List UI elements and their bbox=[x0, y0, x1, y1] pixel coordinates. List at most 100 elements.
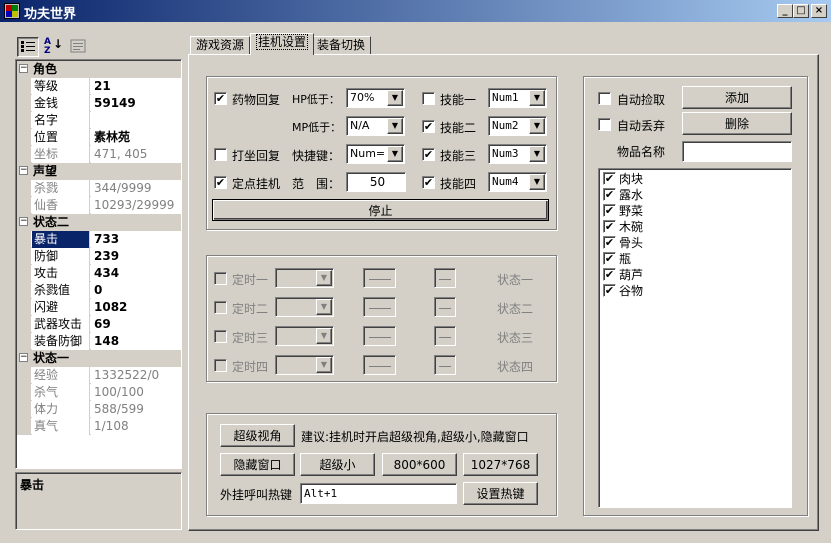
property-value[interactable]: 69 bbox=[91, 316, 181, 333]
timer-key-input[interactable] bbox=[434, 355, 456, 375]
title-bar[interactable]: 功夫世界 _ □ × bbox=[0, 0, 831, 22]
chevron-down-icon[interactable]: ▼ bbox=[529, 118, 545, 134]
property-row[interactable]: 闪避 1082 bbox=[17, 299, 181, 316]
hide-window-button[interactable]: 隐藏窗口 bbox=[220, 453, 295, 476]
timer-select[interactable]: ▼ bbox=[275, 268, 334, 288]
item-checkbox[interactable]: ✔ bbox=[603, 219, 616, 233]
property-row[interactable]: 杀戮 344/9999 bbox=[17, 180, 181, 197]
property-row[interactable]: 杀戮值 0 bbox=[17, 282, 181, 299]
chevron-down-icon[interactable]: ▼ bbox=[387, 146, 403, 162]
chevron-down-icon[interactable]: ▼ bbox=[316, 270, 332, 286]
chevron-down-icon[interactable]: ▼ bbox=[316, 328, 332, 344]
timer-checkbox[interactable] bbox=[214, 301, 227, 314]
property-value[interactable]: 733 bbox=[91, 231, 181, 248]
list-item[interactable]: ✔ 葫芦 bbox=[603, 266, 643, 282]
chevron-down-icon[interactable]: ▼ bbox=[529, 90, 545, 106]
chevron-down-icon[interactable]: ▼ bbox=[387, 90, 403, 106]
timer-select[interactable]: ▼ bbox=[275, 326, 334, 346]
property-value[interactable]: 59149 bbox=[91, 95, 181, 112]
property-row[interactable]: 等级 21 bbox=[17, 78, 181, 95]
range-input[interactable]: 50 bbox=[346, 172, 406, 192]
timer-key-input[interactable] bbox=[434, 268, 456, 288]
property-row[interactable]: 仙香 10293/29999 bbox=[17, 197, 181, 214]
minimize-icon[interactable]: _ bbox=[777, 4, 793, 18]
timer-interval-input[interactable] bbox=[363, 355, 396, 375]
skill-key-select[interactable]: Num4 ▼ bbox=[488, 172, 547, 192]
property-value[interactable]: 148 bbox=[91, 333, 181, 350]
tab-hang-settings[interactable]: 挂机设置 bbox=[250, 33, 315, 55]
chevron-down-icon[interactable]: ▼ bbox=[529, 174, 545, 190]
categorized-icon[interactable] bbox=[17, 37, 39, 57]
list-item[interactable]: ✔ 谷物 bbox=[603, 282, 643, 298]
timer-key-input[interactable] bbox=[434, 297, 456, 317]
property-pages-icon[interactable] bbox=[70, 38, 88, 56]
resolution-800-button[interactable]: 800*600 bbox=[382, 453, 457, 476]
property-value[interactable]: 0 bbox=[91, 282, 181, 299]
property-value[interactable]: 1082 bbox=[91, 299, 181, 316]
timer-interval-input[interactable] bbox=[363, 268, 396, 288]
item-checkbox[interactable]: ✔ bbox=[603, 251, 616, 265]
timer-checkbox[interactable] bbox=[214, 359, 227, 372]
add-item-button[interactable]: 添加 bbox=[682, 86, 792, 109]
property-row[interactable]: 经验 1332522/0 bbox=[17, 367, 181, 384]
property-row[interactable]: 防御 239 bbox=[17, 248, 181, 265]
collapse-icon[interactable]: − bbox=[19, 64, 28, 73]
sit-hotkey-select[interactable]: Num= ▼ bbox=[346, 144, 405, 164]
property-category[interactable]: − 角色 bbox=[17, 61, 181, 78]
collapse-icon[interactable]: − bbox=[19, 353, 28, 362]
resolution-1027-button[interactable]: 1027*768 bbox=[463, 453, 538, 476]
property-row[interactable]: 攻击 434 bbox=[17, 265, 181, 282]
potion-recover-checkbox[interactable]: ✔ bbox=[214, 92, 227, 105]
timer-select[interactable]: ▼ bbox=[275, 297, 334, 317]
item-checkbox[interactable]: ✔ bbox=[603, 203, 616, 217]
property-value[interactable]: 素林苑 bbox=[91, 129, 181, 146]
stop-button[interactable]: 停止 bbox=[212, 199, 549, 221]
skill-checkbox[interactable]: ✔ bbox=[422, 176, 435, 189]
collapse-icon[interactable]: − bbox=[19, 166, 28, 175]
timer-key-input[interactable] bbox=[434, 326, 456, 346]
property-value[interactable]: 434 bbox=[91, 265, 181, 282]
set-hotkey-button[interactable]: 设置热键 bbox=[463, 482, 538, 505]
collapse-icon[interactable]: − bbox=[19, 217, 28, 226]
property-category[interactable]: − 状态一 bbox=[17, 350, 181, 367]
property-value[interactable]: 21 bbox=[91, 78, 181, 95]
chevron-down-icon[interactable]: ▼ bbox=[316, 357, 332, 373]
timer-interval-input[interactable] bbox=[363, 326, 396, 346]
timer-select[interactable]: ▼ bbox=[275, 355, 334, 375]
skill-key-select[interactable]: Num1 ▼ bbox=[488, 88, 547, 108]
list-item[interactable]: ✔ 野菜 bbox=[603, 202, 643, 218]
chevron-down-icon[interactable]: ▼ bbox=[316, 299, 332, 315]
skill-key-select[interactable]: Num2 ▼ bbox=[488, 116, 547, 136]
mp-threshold-select[interactable]: N/A ▼ bbox=[346, 116, 405, 136]
maximize-icon[interactable]: □ bbox=[793, 4, 809, 18]
delete-item-button[interactable]: 删除 bbox=[682, 112, 792, 135]
auto-pickup-checkbox[interactable] bbox=[598, 92, 611, 105]
super-small-button[interactable]: 超级小 bbox=[300, 453, 375, 476]
item-checkbox[interactable]: ✔ bbox=[603, 187, 616, 201]
property-row[interactable]: 真气 1/108 bbox=[17, 418, 181, 435]
fixed-point-checkbox[interactable]: ✔ bbox=[214, 176, 227, 189]
item-list[interactable]: ✔ 肉块 ✔ 露水 ✔ 野菜 ✔ 木碗 ✔ 骨头 ✔ 瓶 ✔ 葫芦 ✔ 谷物 bbox=[598, 168, 792, 508]
property-row[interactable]: 名字 bbox=[17, 112, 181, 129]
chevron-down-icon[interactable]: ▼ bbox=[529, 146, 545, 162]
skill-checkbox[interactable]: ✔ bbox=[422, 148, 435, 161]
property-category[interactable]: − 状态二 bbox=[17, 214, 181, 231]
list-item[interactable]: ✔ 瓶 bbox=[603, 250, 631, 266]
timer-checkbox[interactable] bbox=[214, 272, 227, 285]
property-row[interactable]: 体力 588/599 bbox=[17, 401, 181, 418]
property-row[interactable]: 装备防御 148 bbox=[17, 333, 181, 350]
timer-checkbox[interactable] bbox=[214, 330, 227, 343]
property-row[interactable]: 杀气 100/100 bbox=[17, 384, 181, 401]
hp-threshold-select[interactable]: 70% ▼ bbox=[346, 88, 405, 108]
property-row[interactable]: 暴击 733 bbox=[17, 231, 181, 248]
property-category[interactable]: − 声望 bbox=[17, 163, 181, 180]
timer-interval-input[interactable] bbox=[363, 297, 396, 317]
property-row[interactable]: 位置 素林苑 bbox=[17, 129, 181, 146]
skill-key-select[interactable]: Num3 ▼ bbox=[488, 144, 547, 164]
property-row[interactable]: 坐标 471, 405 bbox=[17, 146, 181, 163]
item-checkbox[interactable]: ✔ bbox=[603, 171, 616, 185]
list-item[interactable]: ✔ 骨头 bbox=[603, 234, 643, 250]
property-value[interactable]: 239 bbox=[91, 248, 181, 265]
list-item[interactable]: ✔ 木碗 bbox=[603, 218, 643, 234]
skill-checkbox[interactable] bbox=[422, 92, 435, 105]
